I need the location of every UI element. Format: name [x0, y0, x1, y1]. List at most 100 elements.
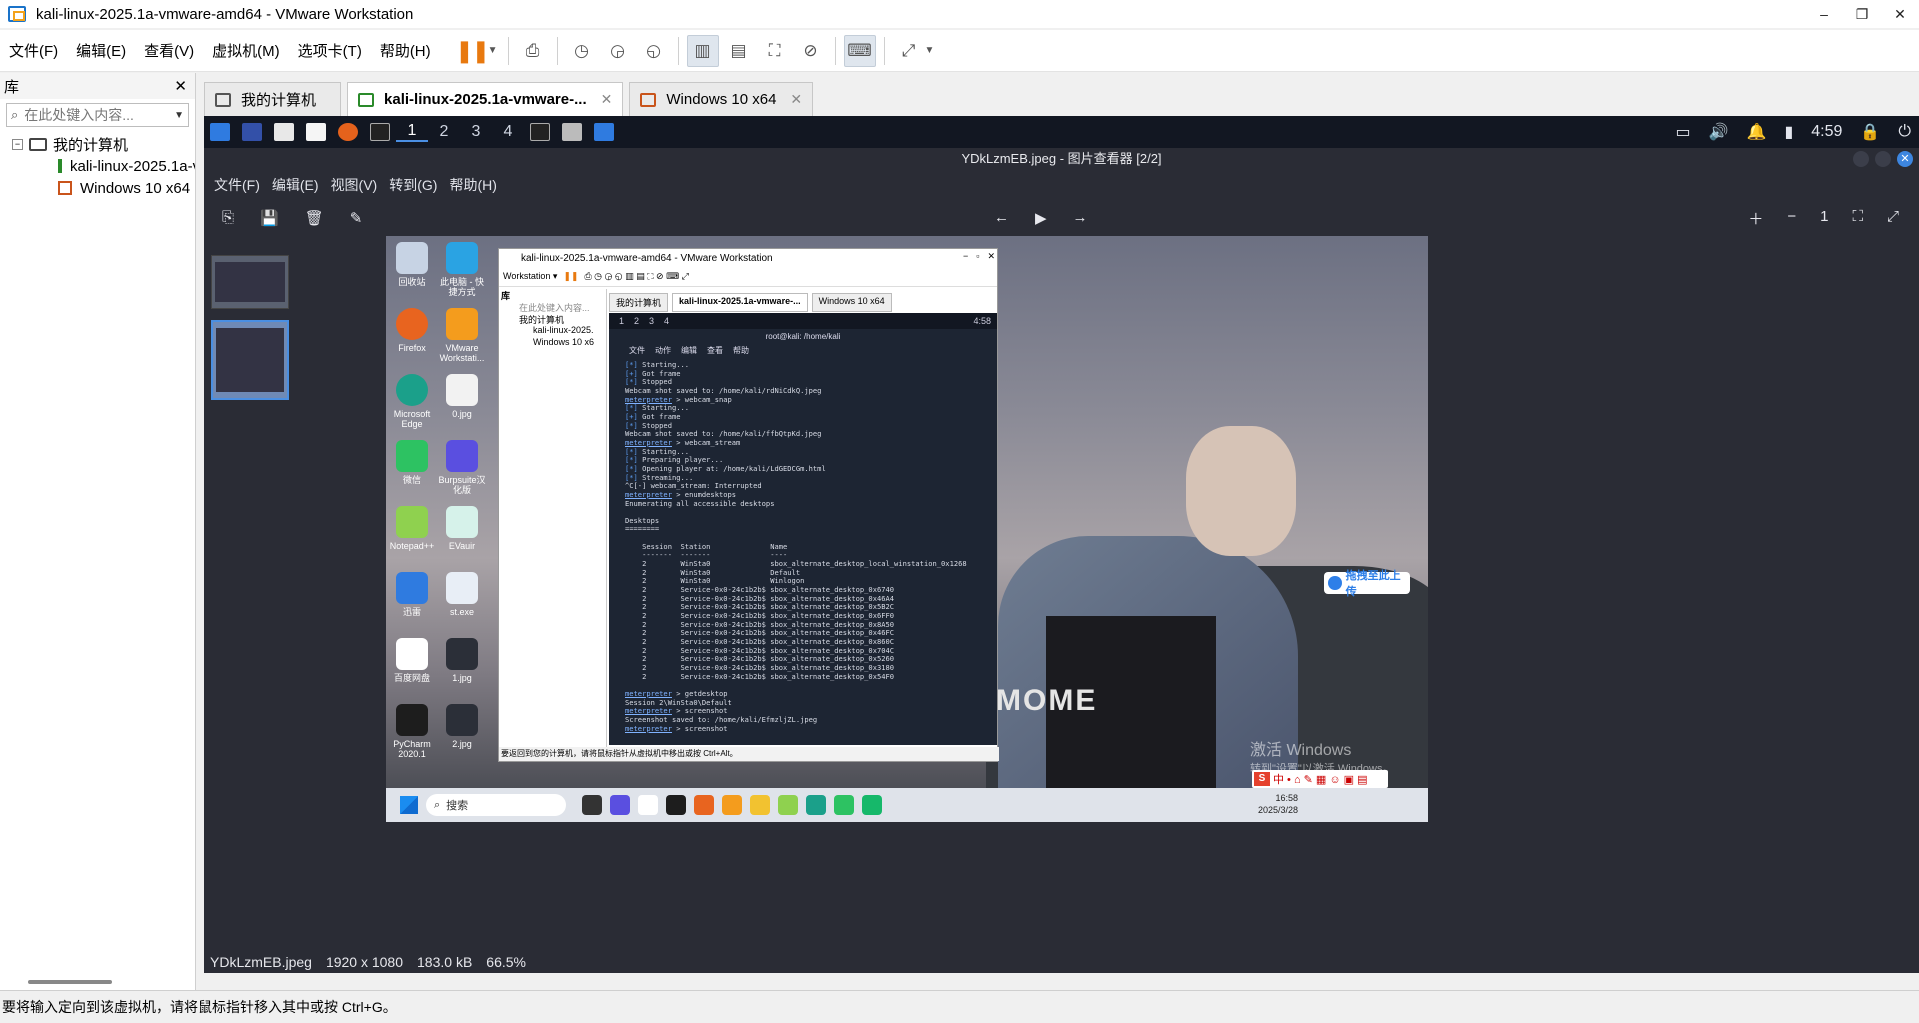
restore-button[interactable]: ❐: [1843, 0, 1881, 28]
desktop-icon-2jpg: 2.jpg: [436, 704, 488, 749]
nested-tab-active: kali-linux-2025.1a-vmware-...: [672, 293, 808, 312]
viewer-close-button[interactable]: ✕: [1897, 151, 1913, 167]
display-icon[interactable]: ▭: [1676, 122, 1691, 142]
tab-label: Windows 10 x64: [666, 91, 777, 108]
tree-item-windows10[interactable]: Windows 10 x64: [0, 177, 195, 199]
menu-edit[interactable]: 编辑(E): [67, 40, 135, 61]
nested-toolbar-icons: ⎙ ◷ ◶ ◵ ▥ ▤ ⛶ ⊘ ⌨ ⤢: [584, 271, 689, 281]
panel-clock[interactable]: 4:59: [1811, 123, 1842, 141]
collapse-icon[interactable]: −: [12, 138, 23, 150]
firefox-icon[interactable]: [338, 123, 358, 141]
file-manager-icon[interactable]: [274, 123, 294, 141]
stretch-view-icon[interactable]: ⤢: [893, 35, 925, 67]
edit-icon[interactable]: ✎: [350, 209, 363, 227]
image-viewer-window-icon[interactable]: [562, 123, 582, 141]
desktop-icon-evauir: EVauir: [436, 506, 488, 551]
terminal-window-icon[interactable]: [530, 123, 550, 141]
zoom-100-icon[interactable]: 1: [1820, 208, 1828, 229]
volume-icon[interactable]: 🔊: [1709, 122, 1729, 142]
workspace-3[interactable]: 3: [460, 123, 492, 141]
menu-tabs[interactable]: 选项卡(T): [289, 40, 371, 61]
delete-icon[interactable]: 🗑: [305, 209, 324, 227]
unity-icon[interactable]: ⊘: [795, 35, 827, 67]
snapshot-icon[interactable]: ◷: [566, 35, 598, 67]
viewer-menu-file[interactable]: 文件(F): [214, 175, 260, 195]
open-file-icon[interactable]: ⎘: [222, 209, 234, 227]
fullscreen-icon[interactable]: ⤢: [1887, 208, 1899, 229]
zoom-out-icon[interactable]: −: [1787, 208, 1796, 229]
tab-close-icon[interactable]: ✕: [601, 91, 613, 108]
nested-workstation-menu: Workstation ▾: [503, 271, 558, 281]
desktop-icon-baidu-pan: 百度网盘: [386, 638, 438, 683]
vm-console[interactable]: 1 2 3 4 ▭ 🔊 🔔 ▮ 4:59 🔒 ⏻ YDkLzmEB.jpeg -…: [204, 116, 1919, 973]
zoom-in-icon[interactable]: ＋: [1748, 208, 1763, 229]
vm-suspended-icon: [640, 92, 657, 107]
library-search-input[interactable]: ⌕ 在此处键入内容... ▼: [6, 103, 189, 127]
library-scrollbar[interactable]: [28, 980, 112, 984]
suspend-button[interactable]: ❚❚: [455, 35, 490, 67]
terminal-line: 2 Service-0x0-24c1b2b$ sbox_alternate_de…: [625, 671, 895, 681]
battery-icon[interactable]: ▮: [1784, 122, 1793, 142]
viewer-menu-goto[interactable]: 转到(G): [389, 175, 437, 195]
tree-item-kali[interactable]: kali-linux-2025.1a-vmware-amd64: [0, 155, 195, 177]
desktop-icon-wechat: 微信: [386, 440, 438, 485]
console-view-icon[interactable]: ⌨: [843, 34, 876, 67]
tab-windows10[interactable]: Windows 10 x64 ✕: [629, 82, 814, 116]
terminal-icon[interactable]: [370, 123, 390, 141]
next-icon[interactable]: →: [1073, 209, 1088, 227]
minimize-button[interactable]: –: [1805, 0, 1843, 28]
vmware-logo-icon: [8, 6, 26, 22]
tab-kali[interactable]: kali-linux-2025.1a-vmware-... ✕: [347, 82, 624, 116]
power-icon[interactable]: ⏻: [1898, 123, 1911, 141]
sogou-ime-icon: S: [1254, 772, 1270, 786]
previous-icon[interactable]: ←: [994, 209, 1009, 227]
library-close-icon[interactable]: ✕: [174, 77, 187, 95]
kali-menu-icon[interactable]: [210, 123, 230, 141]
thumbnail-1[interactable]: [211, 255, 289, 309]
workspace-2[interactable]: 2: [428, 123, 460, 141]
close-button[interactable]: ✕: [1881, 0, 1919, 28]
viewer-menu-help[interactable]: 帮助(H): [449, 175, 496, 195]
menu-file[interactable]: 文件(F): [0, 40, 67, 61]
nested-pause-icon: ❚❚: [563, 271, 579, 281]
show-library-icon[interactable]: ▥: [686, 34, 719, 67]
tree-item-my-computer[interactable]: − 我的计算机: [0, 133, 195, 155]
home-window-icon[interactable]: [594, 123, 614, 141]
ime-toolbar: S 中 • ⌂ ✎ ▦ ☺ ▣ ▤: [1252, 770, 1388, 788]
nested-tree-windows: Windows 10 x6: [533, 337, 595, 347]
stretch-dropdown-icon[interactable]: ▼: [925, 45, 935, 56]
viewer-menu-edit[interactable]: 编辑(E): [272, 175, 319, 195]
vmware-status-bar: 要将输入定向到该虚拟机，请将鼠标指针移入其中或按 Ctrl+G。: [0, 990, 1919, 1023]
viewer-maximize-button[interactable]: [1875, 151, 1891, 167]
viewer-minimize-button[interactable]: [1853, 151, 1869, 167]
notification-icon[interactable]: 🔔: [1747, 122, 1767, 142]
revert-snapshot-icon[interactable]: ◶: [602, 35, 634, 67]
lock-icon[interactable]: 🔒: [1860, 122, 1880, 142]
workspace-1[interactable]: 1: [396, 122, 428, 142]
snapshot-manager-icon[interactable]: ◵: [638, 35, 670, 67]
nested-library: 库 在此处键入内容... 我的计算机 kali-linux-2025. Wind…: [499, 289, 607, 749]
text-editor-icon[interactable]: [306, 123, 326, 141]
nested-tree-root: 我的计算机: [519, 315, 565, 325]
fullscreen-icon[interactable]: ⛶: [759, 35, 791, 67]
nested-status-bar: 要返回到您的计算机，请将鼠标指针从虚拟机中移出或按 Ctrl+Alt。: [499, 747, 999, 761]
menu-vm[interactable]: 虚拟机(M): [203, 40, 289, 61]
menu-view[interactable]: 查看(V): [135, 40, 203, 61]
tab-close-icon[interactable]: ✕: [790, 91, 802, 108]
workspace-4[interactable]: 4: [492, 123, 524, 141]
windows-start-icon: [400, 796, 418, 814]
save-icon[interactable]: 💾: [260, 209, 279, 227]
menu-help[interactable]: 帮助(H): [371, 40, 440, 61]
send-ctrl-alt-del-icon[interactable]: ⎙: [517, 35, 549, 67]
tab-my-computer[interactable]: 我的计算机: [204, 82, 342, 116]
status-message: 要将输入定向到该虚拟机，请将鼠标指针移入其中或按 Ctrl+G。: [2, 999, 397, 1015]
viewer-menu-view[interactable]: 视图(V): [331, 175, 378, 195]
power-dropdown-icon[interactable]: ▼: [488, 45, 498, 56]
zoom-fit-icon[interactable]: ⛶: [1852, 208, 1863, 229]
show-thumbnail-icon[interactable]: ▤: [723, 35, 755, 67]
thumbnail-2-selected[interactable]: [211, 320, 289, 400]
show-desktop-icon[interactable]: [242, 123, 262, 141]
search-dropdown-icon[interactable]: ▼: [174, 110, 184, 121]
displayed-image: MOME 回收站 此电脑 - 快捷方式 Firefox VMware Works…: [386, 236, 1428, 822]
slideshow-play-icon[interactable]: ▶: [1035, 209, 1047, 227]
